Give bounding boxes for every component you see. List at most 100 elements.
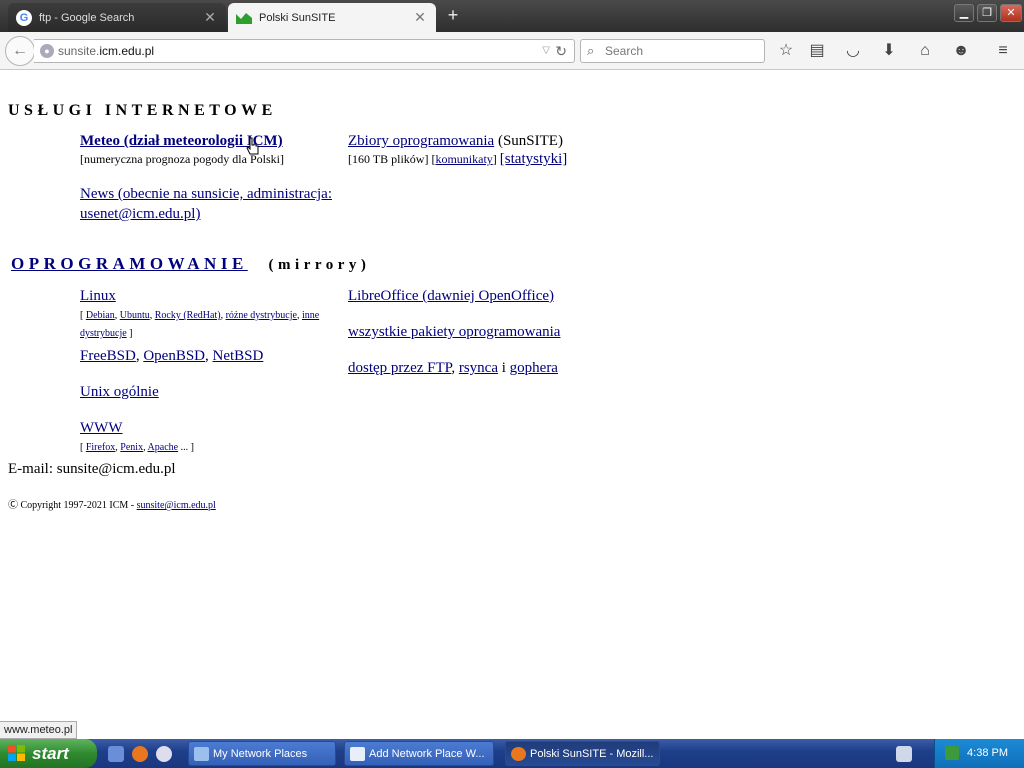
copyright-email-link[interactable]: sunsite@icm.edu.pl (137, 500, 216, 511)
reload-icon[interactable]: ↻ (555, 40, 567, 62)
firefox-icon (511, 747, 526, 761)
www-items: [ Firefox, Penix, Apache ... ] (80, 442, 194, 453)
gopher-link[interactable]: gophera (510, 360, 558, 376)
url-bar[interactable]: ● sunsite.icm.edu.pl ▽ ↻ (34, 39, 575, 63)
menu-icon[interactable]: ≡ (992, 40, 1014, 62)
various-distros-link[interactable]: różne dystrybucje (226, 310, 297, 321)
netbsd-link[interactable]: NetBSD (213, 348, 264, 364)
meteo-block: Meteo (dział meteorologii ICM) [numerycz… (80, 132, 340, 168)
start-button[interactable]: start (0, 739, 97, 768)
software-heading-link[interactable]: OPROGRAMOWANIE (11, 254, 248, 273)
network-icon[interactable] (945, 746, 959, 760)
software-collections-link[interactable]: Zbiory oprogramowania (348, 133, 494, 149)
show-desktop-icon[interactable] (108, 746, 124, 762)
messages-link[interactable]: komunikaty (435, 152, 492, 166)
apache-link[interactable]: Apache (148, 442, 179, 453)
search-placeholder: Search (605, 44, 644, 58)
copyright-icon: Ⓒ (8, 500, 21, 511)
url-host: icm.edu.pl (99, 44, 155, 58)
task-polski-sunsite[interactable]: Polski SunSITE - Mozill... (505, 741, 660, 766)
and-label: i (497, 360, 510, 376)
taskbar: start My Network Places Add Network Plac… (0, 739, 1024, 768)
bracket: ] (126, 328, 133, 339)
google-icon: G (16, 9, 32, 26)
firefox-quicklaunch-icon[interactable] (132, 746, 148, 762)
close-tab-icon[interactable]: ✕ (202, 9, 218, 26)
task-label: My Network Places (213, 748, 308, 760)
statistics-link[interactable]: [statystyki] (500, 151, 568, 167)
tab-title: ftp - Google Search (39, 11, 135, 24)
history-dropdown-icon[interactable]: ▽ (542, 40, 550, 62)
unix-link[interactable]: Unix ogólnie (80, 384, 159, 400)
tab-bar: G ftp - Google Search ✕ Polski SunSITE ✕… (0, 0, 1024, 32)
separator: ] (492, 152, 500, 166)
task-add-network-place[interactable]: Add Network Place W... (344, 741, 494, 766)
linux-distros: [ Debian, Ubuntu, Rocky (RedHat), różne … (80, 310, 319, 339)
reading-list-icon[interactable]: ▤ (806, 40, 828, 62)
search-icon: ⌕ (587, 43, 595, 58)
firefox-link[interactable]: Firefox (86, 442, 115, 453)
libreoffice-link[interactable]: LibreOffice (dawniej OpenOffice) (348, 288, 554, 304)
copyright-text: Copyright 1997-2021 ICM - (20, 500, 137, 511)
close-tab-icon[interactable]: ✕ (412, 9, 428, 26)
restore-button[interactable]: ❐ (977, 4, 997, 22)
clock: 4:38 PM (967, 747, 1008, 759)
bookmark-star-icon[interactable]: ☆ (775, 40, 797, 62)
hand-cursor-icon (246, 137, 259, 155)
sunsite-label: (SunSITE) (494, 133, 563, 149)
pocket-icon[interactable]: ◡ (842, 40, 864, 62)
services-heading: USŁUGI INTERNETOWE (8, 102, 277, 119)
hello-icon[interactable]: ☻ (950, 40, 972, 62)
www-link[interactable]: WWW (80, 420, 122, 436)
system-tray: 4:38 PM (934, 739, 1024, 768)
home-icon[interactable]: ⌂ (914, 40, 936, 62)
comma: , (451, 360, 459, 376)
copyright-line: Ⓒ Copyright 1997-2021 ICM - sunsite@icm.… (8, 496, 216, 511)
tab-title: Polski SunSITE (259, 11, 336, 24)
wizard-icon (350, 747, 365, 761)
penix-link[interactable]: Penix (120, 442, 143, 453)
task-my-network-places[interactable]: My Network Places (188, 741, 336, 766)
software-collections-block: Zbiory oprogramowania (SunSITE) [160 TB … (348, 132, 648, 168)
libreoffice-block: LibreOffice (dawniej OpenOffice) (348, 287, 554, 305)
linux-link[interactable]: Linux (80, 288, 116, 304)
navigation-toolbar: ← ● sunsite.icm.edu.pl ▽ ↻ ⌕ Search ☆ ▤ … (0, 32, 1024, 70)
start-label: start (32, 744, 69, 763)
download-icon[interactable]: ⬇ (878, 40, 900, 62)
media-player-icon[interactable] (156, 746, 172, 762)
rocky-link[interactable]: Rocky (RedHat) (155, 310, 221, 321)
close-window-button[interactable]: ✕ (1000, 4, 1022, 22)
minimize-button[interactable]: ▁ (954, 4, 974, 22)
back-button[interactable]: ← (5, 36, 35, 66)
tab-polski-sunsite[interactable]: Polski SunSITE ✕ (228, 3, 436, 32)
news-link[interactable]: News (obecnie na sunsicie, administracja… (80, 186, 332, 222)
tab-google-search[interactable]: G ftp - Google Search ✕ (8, 3, 226, 32)
bsd-block: FreeBSD, OpenBSD, NetBSD (80, 347, 263, 365)
all-packages-block: wszystkie pakiety oprogramowania (348, 323, 560, 341)
url-prefix: sunsite. (58, 44, 100, 58)
comma: , (205, 348, 213, 364)
debian-link[interactable]: Debian (86, 310, 115, 321)
all-packages-link[interactable]: wszystkie pakiety oprogramowania (348, 324, 560, 340)
new-tab-button[interactable]: + (443, 5, 463, 25)
collection-size: [160 TB plików] [ (348, 152, 436, 166)
page-content: USŁUGI INTERNETOWE Meteo (dział meteorol… (0, 71, 1024, 719)
network-places-icon (194, 747, 209, 761)
linux-block: Linux [ Debian, Ubuntu, Rocky (RedHat), … (80, 287, 342, 341)
freebsd-link[interactable]: FreeBSD (80, 348, 136, 364)
access-block: dostęp przez FTP, rsynca i gophera (348, 359, 558, 377)
ubuntu-link[interactable]: Ubuntu (120, 310, 150, 321)
unix-block: Unix ogólnie (80, 383, 159, 401)
rsync-link[interactable]: rsynca (459, 360, 498, 376)
ftp-access-link[interactable]: dostęp przez FTP (348, 360, 451, 376)
keyboard-icon[interactable] (896, 746, 912, 762)
globe-icon: ● (40, 44, 54, 58)
sunsite-icon (236, 10, 252, 26)
openbsd-link[interactable]: OpenBSD (143, 348, 205, 364)
ellipsis: ... ] (178, 442, 194, 453)
task-label: Polski SunSITE - Mozill... (530, 748, 654, 760)
search-input[interactable]: ⌕ Search (580, 39, 765, 63)
email-contact: E-mail: sunsite@icm.edu.pl (8, 461, 176, 477)
status-bar-url: www.meteo.pl (0, 721, 78, 739)
software-heading: OPROGRAMOWANIE (mirrory) (11, 254, 370, 274)
